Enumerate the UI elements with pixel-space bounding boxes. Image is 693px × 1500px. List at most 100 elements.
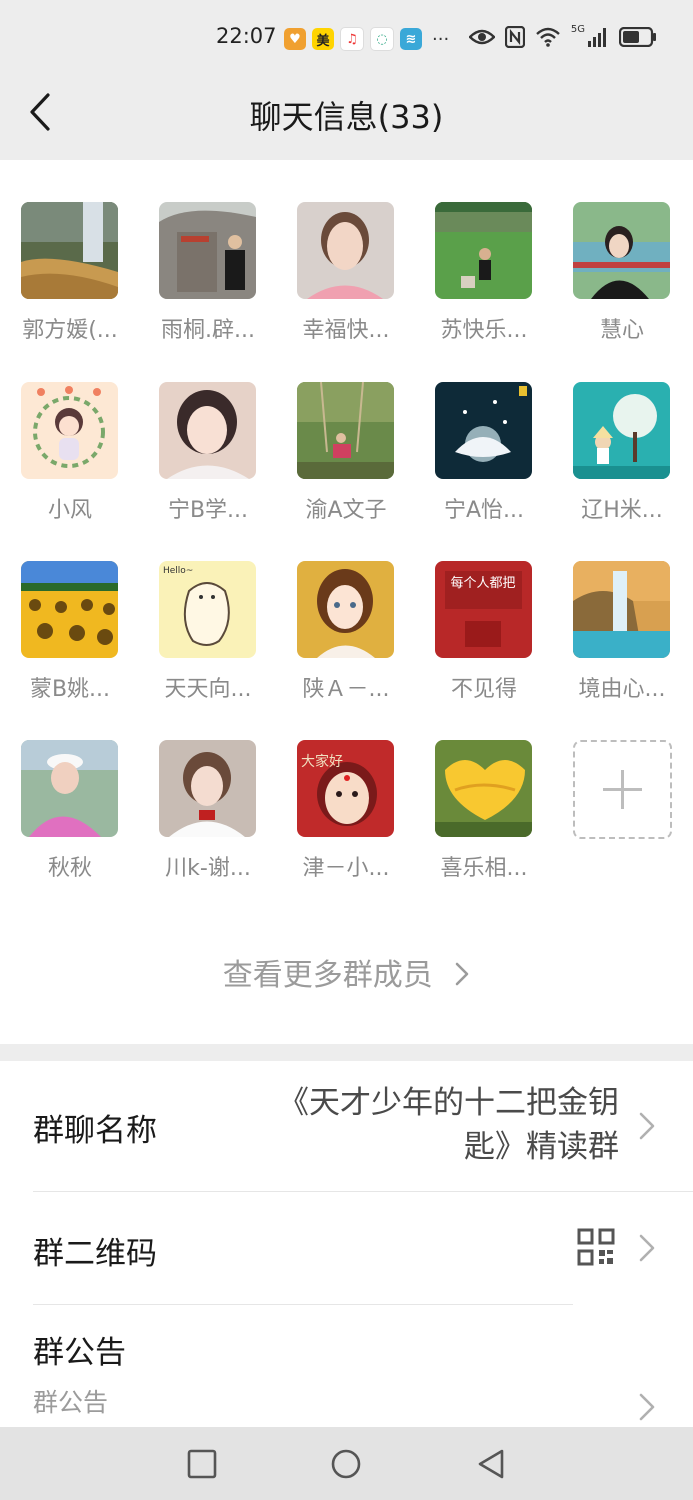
plus-icon: [603, 770, 642, 809]
member-name: 境由心...: [578, 677, 666, 702]
member-item[interactable]: 幸福快...: [286, 202, 406, 372]
member-item[interactable]: 每个人都把 不见得: [424, 561, 544, 731]
member-name: 宁B学...: [167, 498, 249, 523]
chevron-right-icon: [639, 1393, 655, 1421]
member-avatar: [159, 202, 256, 299]
chevron-right-icon: [455, 962, 469, 986]
member-item[interactable]: 境由心...: [562, 561, 682, 731]
member-avatar: [573, 382, 670, 479]
member-name: 苏快乐...: [440, 318, 528, 343]
page-title: 聊天信息(33): [249, 98, 444, 136]
member-name: 宁A怡...: [443, 498, 525, 523]
system-icons: 5G: [468, 23, 657, 48]
add-member-button[interactable]: [562, 740, 682, 910]
view-more-label: 查看更多群成员: [222, 958, 433, 993]
member-name: 渝A文子: [305, 498, 387, 523]
qr-code-row[interactable]: 群二维码: [0, 1192, 693, 1304]
members-panel: 郭方媛(... 雨桐.辟... 幸福快... 苏快乐... 慧心 小风 宁B学.…: [0, 160, 693, 1044]
member-avatar: [159, 740, 256, 837]
member-name: 辽H米...: [581, 498, 663, 523]
member-item[interactable]: 渝A文子: [286, 382, 406, 552]
battery-icon: [619, 27, 656, 47]
member-avatar: [573, 561, 670, 658]
member-avatar: [297, 202, 394, 299]
member-name: 雨桐.辟...: [161, 318, 255, 343]
qr-code-icon: [577, 1228, 615, 1266]
qr-code-label: 群二维码: [33, 1236, 157, 1272]
chevron-right-icon: [639, 1112, 655, 1140]
system-nav-bar: [0, 1427, 693, 1500]
group-name-row[interactable]: 群聊名称 《天才少年的十二把金钥 匙》精读群: [0, 1061, 693, 1191]
member-item[interactable]: 宁B学...: [148, 382, 268, 552]
member-avatar: [21, 382, 118, 479]
wifi-icon: [536, 27, 560, 47]
status-time: 22:07: [216, 24, 277, 48]
avatar-poster-text: 每个人都把: [450, 575, 515, 591]
avatar-greeting-text: 大家好: [301, 753, 343, 770]
status-bar: 22:07 ♥ 美 ♫ ◌ ≋ ··· 5G: [0, 0, 693, 78]
member-avatar: [435, 382, 532, 479]
member-name: 不见得: [450, 677, 517, 702]
member-item[interactable]: 大家好 津－小...: [286, 740, 406, 910]
member-name: 幸福快...: [302, 318, 390, 343]
nav-bar: 聊天信息(33): [0, 78, 693, 160]
group-name-line2: 匙》精读群: [464, 1129, 619, 1165]
member-avatar: [159, 382, 256, 479]
signal-icon: [588, 28, 606, 47]
announcement-row[interactable]: 群公告 群公告: [0, 1305, 693, 1427]
member-avatar: 大家好: [297, 740, 394, 837]
meituan-app-icon: 美: [312, 28, 334, 50]
member-name: 郭方媛(...: [22, 318, 118, 343]
group-name-value: 《天才少年的十二把金钥 匙》精读群: [199, 1081, 619, 1169]
network-type: 5G: [570, 23, 585, 35]
member-avatar: [297, 382, 394, 479]
recent-apps-icon[interactable]: [185, 1447, 219, 1481]
add-member-box[interactable]: [573, 740, 672, 839]
member-name: 天天向...: [164, 677, 252, 702]
avatar-hello-text: Hello~: [163, 566, 193, 576]
member-item[interactable]: 郭方媛(...: [10, 202, 130, 372]
member-avatar: Hello~: [159, 561, 256, 658]
shield-app-icon: ♥: [284, 28, 306, 50]
announcement-value: 群公告: [33, 1388, 109, 1417]
more-notifications-icon: ···: [432, 28, 450, 50]
view-more-members-link[interactable]: 查看更多群成员: [0, 950, 693, 994]
back-triangle-icon[interactable]: [474, 1447, 508, 1481]
chevron-right-icon: [639, 1234, 655, 1262]
member-item[interactable]: 陕Ａ－...: [286, 561, 406, 731]
member-item[interactable]: 喜乐相...: [424, 740, 544, 910]
member-avatar: [21, 740, 118, 837]
home-icon[interactable]: [329, 1447, 363, 1481]
member-name: 津－小...: [302, 856, 390, 881]
member-item[interactable]: 慧心: [562, 202, 682, 372]
member-name: 川k-谢...: [165, 856, 251, 881]
member-name: 陕Ａ－...: [302, 677, 390, 702]
wifi-share-app-icon: ≋: [400, 28, 422, 50]
member-avatar: [21, 202, 118, 299]
member-item[interactable]: 宁A怡...: [424, 382, 544, 552]
message-app-icon: ◌: [370, 27, 394, 51]
member-name: 喜乐相...: [440, 856, 528, 881]
member-item[interactable]: 秋秋: [10, 740, 130, 910]
settings-list: 群聊名称 《天才少年的十二把金钥 匙》精读群 群二维码 群公告 群公告: [0, 1061, 693, 1427]
announcement-label: 群公告: [33, 1335, 126, 1371]
section-gap: [0, 1044, 693, 1061]
member-avatar: [573, 202, 670, 299]
member-item[interactable]: Hello~ 天天向...: [148, 561, 268, 731]
music-app-icon: ♫: [340, 27, 364, 51]
member-item[interactable]: 小风: [10, 382, 130, 552]
member-item[interactable]: 辽H米...: [562, 382, 682, 552]
member-avatar: [297, 561, 394, 658]
member-avatar: [435, 202, 532, 299]
member-name: 秋秋: [47, 856, 92, 881]
member-avatar: [435, 740, 532, 837]
eye-icon: [468, 29, 495, 45]
member-item[interactable]: 雨桐.辟...: [148, 202, 268, 372]
member-item[interactable]: 苏快乐...: [424, 202, 544, 372]
member-item[interactable]: 川k-谢...: [148, 740, 268, 910]
member-avatar: [21, 561, 118, 658]
member-avatar: 每个人都把: [435, 561, 532, 658]
notification-icons: ♥ 美 ♫ ◌ ≋ ···: [284, 27, 449, 51]
group-name-line1: 《天才少年的十二把金钥: [278, 1085, 619, 1121]
member-item[interactable]: 蒙B姚...: [10, 561, 130, 731]
